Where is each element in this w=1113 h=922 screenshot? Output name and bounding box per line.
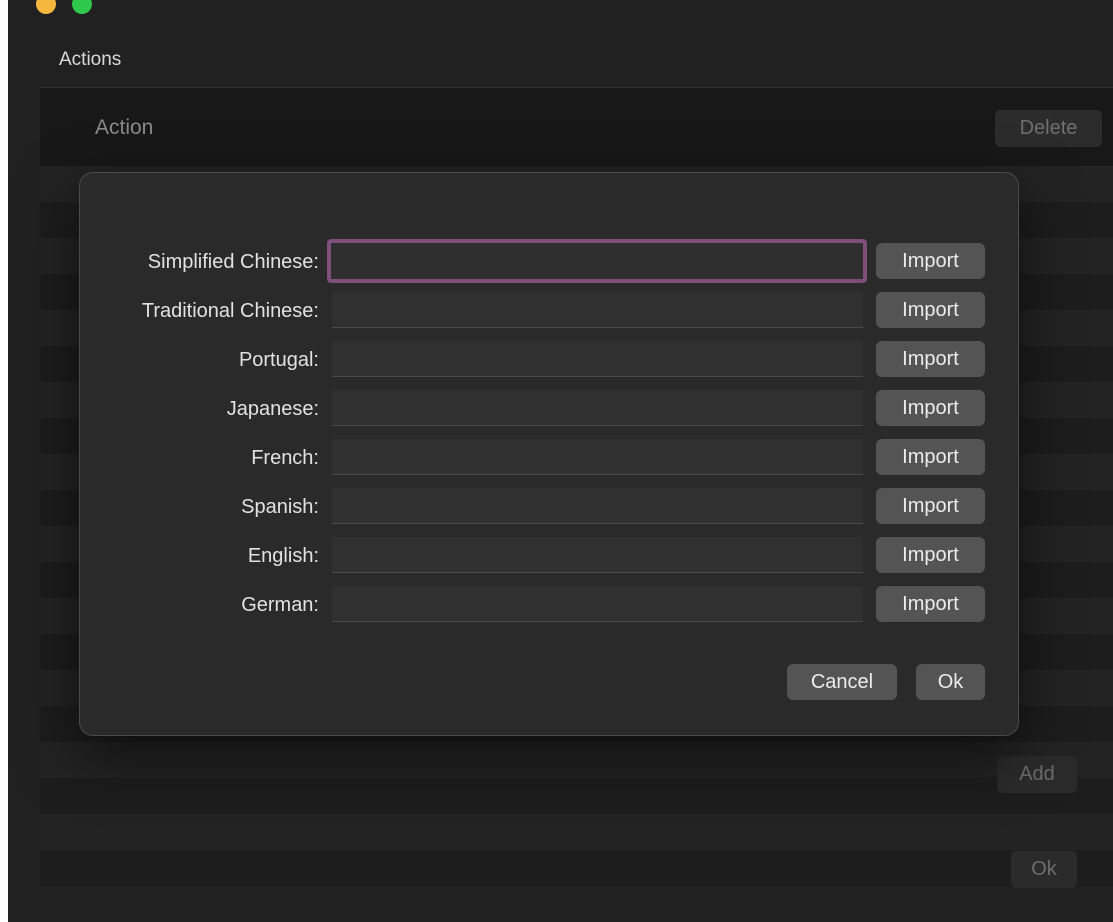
- field-label: Simplified Chinese:: [147, 251, 319, 273]
- zoom-button[interactable]: [72, 0, 92, 14]
- english-input[interactable]: [332, 537, 863, 573]
- german-input[interactable]: [332, 586, 863, 622]
- import-button-portugal[interactable]: Import: [876, 341, 985, 377]
- field-label: German:: [241, 594, 319, 616]
- table-row[interactable]: [40, 850, 1113, 886]
- cancel-button[interactable]: Cancel: [787, 664, 897, 700]
- japanese-input[interactable]: [332, 390, 863, 426]
- row-japanese: Japanese: Import: [80, 390, 1020, 426]
- ok-button[interactable]: Ok: [916, 664, 985, 700]
- import-button-spanish[interactable]: Import: [876, 488, 985, 524]
- column-header-action: Action: [95, 116, 154, 139]
- french-input[interactable]: [332, 439, 863, 475]
- import-button-simplified-chinese[interactable]: Import: [876, 243, 985, 279]
- language-import-dialog: Simplified Chinese: Import Traditional C…: [79, 172, 1019, 736]
- field-label: Traditional Chinese:: [141, 300, 319, 322]
- window-controls: [36, 0, 92, 14]
- minimize-button[interactable]: [36, 0, 56, 14]
- table-row[interactable]: [40, 778, 1113, 814]
- portugal-input[interactable]: [332, 341, 863, 377]
- window-ok-button[interactable]: Ok: [1011, 851, 1077, 888]
- add-button[interactable]: Add: [997, 756, 1077, 793]
- import-button-traditional-chinese[interactable]: Import: [876, 292, 985, 328]
- window-left-edge: [0, 0, 8, 922]
- section-title: Actions: [59, 49, 122, 70]
- field-label: Spanish:: [241, 496, 319, 518]
- spanish-input[interactable]: [332, 488, 863, 524]
- import-button-japanese[interactable]: Import: [876, 390, 985, 426]
- row-simplified-chinese: Simplified Chinese: Import: [80, 239, 1020, 283]
- field-label: Portugal:: [238, 349, 319, 371]
- simplified-chinese-input[interactable]: [327, 239, 867, 283]
- row-portugal: Portugal: Import: [80, 341, 1020, 377]
- row-german: German: Import: [80, 586, 1020, 622]
- table-row[interactable]: [40, 814, 1113, 850]
- row-english: English: Import: [80, 537, 1020, 573]
- row-spanish: Spanish: Import: [80, 488, 1020, 524]
- table-row[interactable]: [40, 742, 1113, 778]
- import-button-english[interactable]: Import: [876, 537, 985, 573]
- row-french: French: Import: [80, 439, 1020, 475]
- field-label: French:: [251, 447, 319, 469]
- field-label: English:: [247, 545, 319, 567]
- delete-button[interactable]: Delete: [995, 110, 1102, 147]
- table-header: [40, 88, 1113, 166]
- traditional-chinese-input[interactable]: [332, 292, 863, 328]
- import-button-french[interactable]: Import: [876, 439, 985, 475]
- field-label: Japanese:: [226, 398, 319, 420]
- row-traditional-chinese: Traditional Chinese: Import: [80, 292, 1020, 328]
- import-button-german[interactable]: Import: [876, 586, 985, 622]
